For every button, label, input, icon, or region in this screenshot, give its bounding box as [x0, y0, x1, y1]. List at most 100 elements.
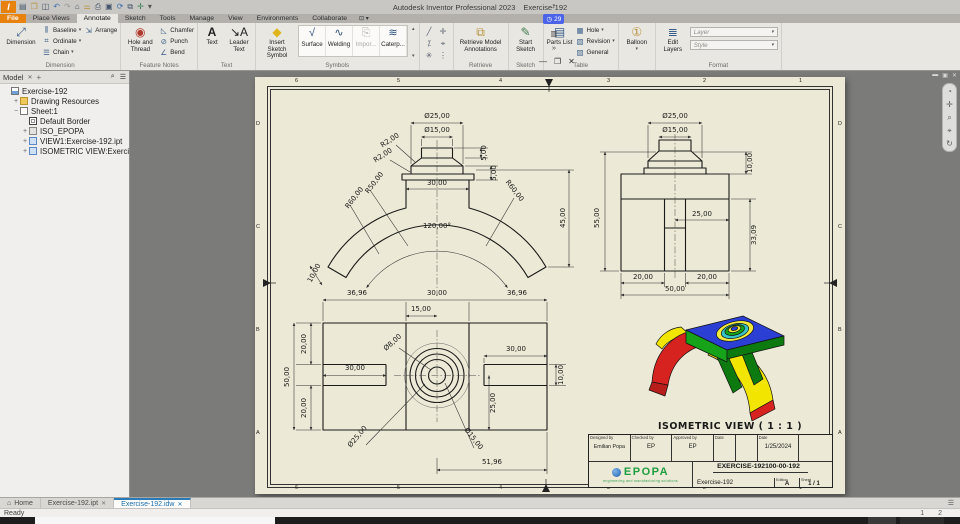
browser-tab-model[interactable]: Model — [3, 73, 23, 82]
dimension-text[interactable]: 10,00 — [557, 365, 565, 385]
expand-icon[interactable]: + — [12, 98, 20, 105]
orbit-icon[interactable]: ↻ — [946, 139, 953, 148]
expand-icon[interactable]: + — [21, 138, 29, 145]
new-document-icon[interactable]: ▤ — [19, 1, 27, 13]
dimension-text[interactable]: 30,00 — [345, 364, 365, 372]
browser-search-icon[interactable]: ⌕ — [111, 73, 115, 81]
tree-item-drawing-resources[interactable]: + Drawing Resources — [0, 96, 129, 106]
browser-close-icon[interactable]: ✕ — [27, 74, 32, 81]
isometric-view[interactable] — [648, 315, 785, 422]
dimension-text[interactable]: 33,09 — [750, 225, 758, 245]
dimension-text[interactable]: 30,00 — [506, 345, 526, 353]
dimension-text[interactable]: 5,00 — [480, 145, 488, 161]
minimize-button[interactable]: — — [539, 57, 547, 66]
restore-button[interactable]: ❐ — [554, 57, 561, 66]
dimension-text[interactable]: 45,00 — [559, 208, 567, 228]
close-tab-icon[interactable]: ✕ — [101, 500, 106, 507]
dimension-text[interactable]: 50,00 — [283, 367, 291, 387]
save-icon[interactable]: ◫ — [42, 1, 50, 13]
ribbon-tab-sketch[interactable]: Sketch — [118, 14, 153, 23]
ribbon-tab-place-views[interactable]: Place Views — [26, 14, 77, 23]
dimension-text[interactable]: 30,00 — [427, 289, 447, 297]
dimension-text[interactable]: 36,96 — [347, 289, 368, 297]
print-icon[interactable]: ⎙ — [95, 1, 101, 13]
page-indicator-1[interactable]: 1 — [920, 510, 924, 517]
taskbar-search-segment[interactable] — [35, 517, 275, 524]
expand-icon[interactable]: + — [21, 148, 29, 155]
ribbon-tab-file[interactable]: File — [0, 14, 26, 23]
front-view[interactable]: Ø25,00Ø15,00R2,00R2,00 5,005,0030,00R50,0… — [306, 112, 574, 296]
browser-menu-icon[interactable]: ☰ — [120, 73, 126, 81]
dimension-text[interactable]: Ø8,00 — [382, 332, 403, 352]
doc-restore-button[interactable]: ▣ — [942, 72, 948, 79]
dimension-text[interactable]: 120,00° — [423, 222, 451, 230]
pan-icon[interactable]: ✛ — [946, 100, 953, 109]
undo-icon[interactable]: ↶ — [53, 1, 60, 13]
browser-add-icon[interactable]: + — [36, 73, 41, 82]
dimension-text[interactable]: 20,00 — [697, 273, 717, 281]
update-icon[interactable]: ⟳ — [117, 1, 124, 13]
zoom-window-icon[interactable]: ⌖ — [947, 126, 952, 135]
tree-item-isometric-view-exercise-192-ipt[interactable]: + ISOMETRIC VIEW:Exercise-192.ipt — [0, 146, 129, 156]
group-label-dimension[interactable]: Dimension — [3, 61, 117, 70]
session-timer-badge[interactable]: ◷ 29 — [543, 14, 565, 24]
measure-icon[interactable]: ✛ — [137, 1, 144, 13]
doc-close-button[interactable]: ✕ — [952, 72, 957, 79]
doc-tab-exercise-192-ipt[interactable]: Exercise-192.ipt ✕ — [41, 498, 115, 508]
dimension-text[interactable]: R60,00 — [504, 178, 526, 203]
dimension-text[interactable]: 10,00 — [746, 153, 754, 173]
dimension-text[interactable]: 25,00 — [489, 393, 497, 413]
open-icon[interactable]: ❒ — [31, 1, 38, 13]
expand-icon[interactable]: + — [21, 128, 29, 135]
dimension-text[interactable]: R60,00 — [344, 185, 366, 210]
dimension-text[interactable]: Ø25,00 — [346, 424, 369, 449]
dimension-text[interactable]: Ø25,00 — [424, 112, 450, 120]
iproperties-icon[interactable]: ▣ — [105, 1, 113, 13]
baseline-button[interactable]: ⫼ Baseline ▾ — [42, 25, 82, 35]
dimension-text[interactable]: 30,00 — [427, 179, 447, 187]
dimension-text[interactable]: 25,00 — [692, 210, 712, 218]
dimension-text[interactable]: Ø25,00 — [662, 112, 688, 120]
close-tab-icon[interactable]: ✕ — [177, 501, 182, 508]
tree-item-view1-exercise-192-ipt[interactable]: + VIEW1:Exercise-192.ipt — [0, 136, 129, 146]
dimension-button[interactable]: ⤢ Dimension — [3, 24, 39, 61]
top-view[interactable]: 36,96 30,00 36,96 15,00 Ø8,00 30,00 20,00 50,00… — [283, 289, 566, 474]
dimension-text[interactable]: 20,00 — [633, 273, 653, 281]
dimension-text[interactable]: 50,00 — [665, 285, 685, 293]
dimension-text[interactable]: Ø15,00 — [662, 126, 688, 134]
tree-item-default-border[interactable]: Default Border — [0, 116, 129, 126]
dimension-text[interactable]: 51,96 — [482, 458, 503, 466]
cart-icon[interactable]: ▥ — [550, 29, 557, 38]
expand-icon[interactable]: − — [12, 108, 20, 115]
close-button[interactable]: ✕ — [568, 57, 575, 66]
ordinate-button[interactable]: ⌗ Ordinate ▾ — [42, 36, 81, 46]
titlebar-more-icon[interactable]: » — [552, 43, 556, 52]
redo-icon[interactable]: ↷ — [64, 1, 71, 13]
doc-tab-home[interactable]: ⌂ Home — [0, 498, 41, 508]
zoom-icon[interactable]: ⌕ — [947, 113, 951, 122]
dimension-text[interactable]: Ø15,00 — [424, 126, 450, 134]
dimension-text[interactable]: 20,00 — [300, 398, 308, 418]
taskbar-tray-segment[interactable] — [868, 517, 896, 524]
dimension-text[interactable]: R50,00 — [364, 170, 386, 195]
sketch-plane-icon[interactable]: ⚌ — [84, 1, 91, 13]
doc-minimize-button[interactable]: ▬ — [932, 72, 938, 79]
navigation-wheel-icon[interactable]: ◔ — [947, 87, 952, 96]
drawing-sheet[interactable]: 665544332211DDCCBBAA Ø25,00 Ø15,00 R2,00… — [255, 77, 845, 494]
copy-icon[interactable]: ⧉ — [127, 1, 133, 13]
ribbon-tab-annotate[interactable]: Annotate — [76, 14, 118, 23]
tree-item-exercise-192[interactable]: Exercise-192 — [0, 86, 129, 96]
doc-tab-exercise-192-idw[interactable]: Exercise-192.idw ✕ — [114, 498, 191, 508]
dimension-text[interactable]: 55,00 — [593, 208, 601, 228]
doc-tabs-menu-icon[interactable]: ☰ — [942, 498, 960, 508]
chain-button[interactable]: ☰ Chain ▾ — [42, 47, 81, 57]
tree-item-sheet-1[interactable]: − Sheet:1 — [0, 106, 129, 116]
dimension-text[interactable]: 20,00 — [300, 334, 308, 354]
dimension-text[interactable]: 10,00 — [306, 262, 322, 283]
user-caret-icon[interactable]: ▾ — [553, 3, 556, 9]
home-icon[interactable]: ⌂ — [75, 1, 80, 13]
tree-item-iso-epopa[interactable]: + ISO_EPOPA — [0, 126, 129, 136]
arrange-button[interactable]: ⇲ Arrange — [84, 25, 118, 35]
drawing-canvas[interactable]: ▬ ▣ ✕ ◔ ✛ ⌕ ⌖ ↻ 665544332211DDCCBBAA Ø25… — [130, 71, 960, 497]
dimension-text[interactable]: 15,00 — [411, 305, 431, 313]
